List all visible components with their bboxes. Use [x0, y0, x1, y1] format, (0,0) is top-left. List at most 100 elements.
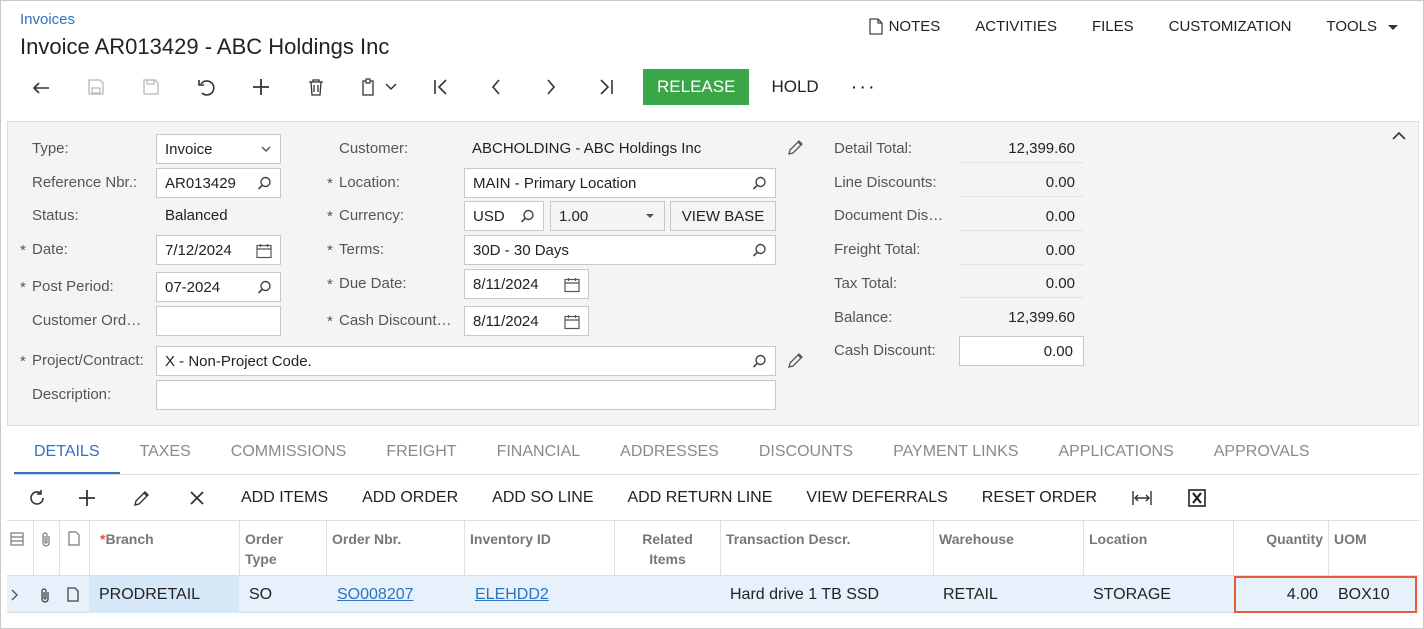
transaction-descr-cell[interactable]: Hard drive 1 TB SSD — [720, 576, 933, 613]
view-deferrals-button[interactable]: VIEW DEFERRALS — [789, 489, 964, 507]
due-date-field[interactable]: 8/11/2024 — [464, 269, 589, 299]
add-button[interactable] — [233, 69, 288, 105]
tab-discounts[interactable]: DISCOUNTS — [739, 433, 873, 475]
warehouse-cell[interactable]: RETAIL — [933, 576, 1083, 613]
currency-field[interactable]: USD — [464, 201, 544, 231]
location-cell[interactable]: STORAGE — [1083, 576, 1233, 613]
transaction-descr-header[interactable]: Transaction Descr. — [720, 521, 933, 577]
description-field[interactable] — [156, 380, 776, 410]
add-return-line-button[interactable]: ADD RETURN LINE — [611, 489, 790, 507]
customization-button[interactable]: CUSTOMIZATION — [1169, 18, 1292, 35]
branch-header[interactable]: *Branch — [89, 521, 239, 577]
order-type-header[interactable]: Order Type — [239, 521, 326, 577]
release-button[interactable]: RELEASE — [643, 69, 750, 105]
order-nbr-header[interactable]: Order Nbr. — [326, 521, 464, 577]
order-nbr-link[interactable]: SO008207 — [337, 586, 414, 604]
order-nbr-cell[interactable]: SO008207 — [326, 576, 464, 613]
order-type-cell[interactable]: SO — [239, 576, 326, 613]
order-type-header-line1: Order — [245, 531, 284, 547]
edit-row-button[interactable] — [114, 481, 169, 515]
related-items-cell[interactable] — [614, 576, 720, 613]
next-record-button[interactable] — [523, 69, 578, 105]
tab-applications[interactable]: APPLICATIONS — [1038, 433, 1193, 475]
add-order-button[interactable]: ADD ORDER — [345, 489, 475, 507]
calendar-icon — [256, 244, 272, 259]
reset-order-button[interactable]: RESET ORDER — [965, 489, 1114, 507]
add-so-line-button[interactable]: ADD SO LINE — [475, 489, 610, 507]
paperclip-icon — [41, 587, 49, 603]
inventory-id-cell[interactable]: ELEHDD2 — [464, 576, 614, 613]
delete-button[interactable] — [288, 69, 343, 105]
notes-label: NOTES — [888, 18, 941, 35]
activities-button[interactable]: ACTIVITIES — [975, 18, 1057, 35]
cash-discount-date-field[interactable]: 8/11/2024 — [464, 306, 589, 336]
location-field[interactable]: MAIN - Primary Location — [464, 168, 776, 198]
undo-icon — [197, 80, 215, 96]
row-note-button[interactable] — [59, 576, 89, 613]
quantity-header[interactable]: Quantity — [1233, 521, 1328, 577]
copy-paste-button[interactable] — [343, 69, 413, 105]
breadcrumb-invoices[interactable]: Invoices — [20, 11, 75, 28]
chevron-left-icon — [491, 79, 500, 95]
hold-button[interactable]: HOLD — [749, 69, 840, 105]
fit-columns-button[interactable] — [1114, 481, 1169, 515]
files-button[interactable]: FILES — [1092, 18, 1134, 35]
tab-approvals[interactable]: APPROVALS — [1194, 433, 1330, 475]
related-header-line2: Items — [649, 551, 686, 567]
first-record-button[interactable] — [413, 69, 468, 105]
tab-addresses[interactable]: ADDRESSES — [600, 433, 739, 475]
save-close-button[interactable] — [68, 69, 123, 105]
tab-payment-links[interactable]: PAYMENT LINKS — [873, 433, 1038, 475]
location-header[interactable]: Location — [1083, 521, 1233, 577]
cash-discount-field[interactable]: 0.00 — [959, 336, 1084, 366]
save-button[interactable] — [123, 69, 178, 105]
edit-project-button[interactable] — [787, 352, 804, 373]
terms-field[interactable]: 30D - 30 Days — [464, 235, 776, 265]
reference-nbr-label: Reference Nbr.: — [32, 174, 138, 191]
inventory-id-link[interactable]: ELEHDD2 — [475, 586, 549, 604]
tab-details[interactable]: DETAILS — [14, 433, 120, 475]
type-select[interactable]: Invoice — [156, 134, 281, 164]
back-button[interactable] — [13, 69, 68, 105]
table-row[interactable]: PRODRETAIL SO SO008207 ELEHDD2 Hard driv… — [7, 576, 1419, 613]
add-row-button[interactable] — [59, 481, 114, 515]
delete-row-button[interactable] — [169, 481, 224, 515]
customer-order-field[interactable] — [156, 306, 281, 336]
post-period-field[interactable]: 07-2024 — [156, 272, 281, 302]
notes-button[interactable]: NOTES — [868, 18, 941, 35]
inventory-id-header[interactable]: Inventory ID — [464, 521, 614, 577]
row-attachment-button[interactable] — [33, 576, 59, 613]
uom-header[interactable]: UOM — [1328, 521, 1419, 577]
currency-rate-select[interactable]: 1.00 — [550, 201, 665, 231]
branch-cell[interactable]: PRODRETAIL — [89, 576, 239, 613]
column-settings-header[interactable] — [7, 521, 33, 577]
warehouse-header[interactable]: Warehouse — [933, 521, 1083, 577]
status-label: Status: — [32, 207, 79, 224]
related-items-header[interactable]: Related Items — [614, 521, 720, 577]
row-expand-button[interactable] — [7, 576, 33, 613]
freight-total-value: 0.00 — [1045, 242, 1075, 259]
collapse-button[interactable] — [1392, 128, 1406, 145]
project-contract-field[interactable]: X - Non-Project Code. — [156, 346, 776, 376]
due-date-value: 8/11/2024 — [473, 275, 539, 293]
tab-commissions[interactable]: COMMISSIONS — [211, 433, 367, 475]
currency-rate-value: 1.00 — [559, 207, 589, 225]
more-actions-button[interactable]: ··· — [841, 76, 887, 99]
add-items-button[interactable]: ADD ITEMS — [224, 489, 345, 507]
tab-financial[interactable]: FINANCIAL — [477, 433, 601, 475]
last-record-button[interactable] — [578, 69, 633, 105]
tools-button[interactable]: TOOLS — [1326, 18, 1401, 35]
view-base-button[interactable]: VIEW BASE — [670, 201, 776, 231]
due-date-label: Due Date: — [327, 275, 406, 293]
tab-taxes[interactable]: TAXES — [120, 433, 211, 475]
reference-nbr-field[interactable]: AR013429 — [156, 168, 281, 198]
date-field[interactable]: 7/12/2024 — [156, 235, 281, 265]
previous-record-button[interactable] — [468, 69, 523, 105]
clipboard-icon — [362, 78, 374, 96]
undo-button[interactable] — [178, 69, 233, 105]
tab-freight[interactable]: FREIGHT — [366, 433, 476, 475]
refresh-button[interactable] — [14, 481, 59, 515]
edit-customer-button[interactable] — [787, 139, 804, 160]
balance-label: Balance: — [834, 309, 893, 326]
export-excel-button[interactable] — [1169, 481, 1224, 515]
